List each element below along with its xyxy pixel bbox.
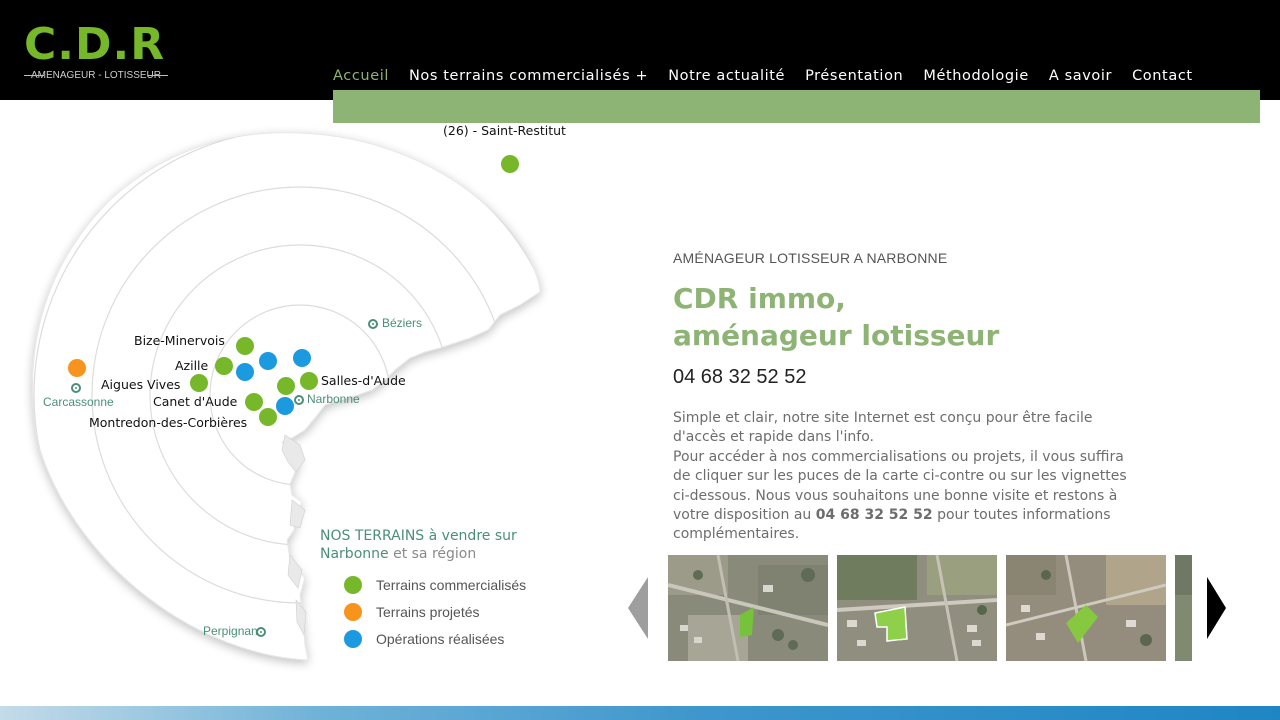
place-label-aigues-vives: Aigues Vives [101, 377, 181, 392]
project-marker-narbonne[interactable] [277, 377, 295, 395]
project-marker-canet[interactable] [245, 393, 263, 411]
project-marker-salles[interactable] [300, 372, 318, 390]
aerial-photo-icon [668, 555, 828, 661]
city-label-carcassonne: Carcassonne [43, 395, 114, 409]
project-marker-realise-3[interactable] [236, 363, 254, 381]
place-label-saint-restitut: (26) - Saint-Restitut [443, 123, 566, 138]
nav-item-accueil[interactable]: Accueil [333, 68, 389, 84]
page: C.D.R AMENAGEUR - LOTISSEUR Accueil Nos … [0, 0, 1280, 720]
intro-kicker: AMÉNAGEUR LOTISSEUR A NARBONNE [673, 250, 948, 266]
site-header: C.D.R AMENAGEUR - LOTISSEUR Accueil Nos … [0, 0, 1280, 100]
project-marker-saint-restitut[interactable] [501, 155, 519, 173]
intro-title-line-1: CDR immo, [673, 282, 846, 315]
beziers-marker-icon [368, 319, 378, 329]
intro-body-part-1: Simple et clair, notre site Internet est… [673, 410, 1093, 446]
intro-section: AMÉNAGEUR LOTISSEUR A NARBONNE CDR immo,… [673, 250, 1143, 545]
legend-item-commercialises: Terrains commercialisés [344, 576, 526, 594]
city-label-beziers: Béziers [382, 316, 423, 330]
narbonne-marker-icon [294, 395, 304, 405]
project-marker-azille[interactable] [215, 357, 233, 375]
legend-item-projetes: Terrains projetés [344, 603, 480, 621]
project-marker-realise-2[interactable] [293, 349, 311, 367]
intro-body: Simple et clair, notre site Internet est… [673, 409, 1133, 545]
intro-title-line-2: aménageur lotisseur [673, 319, 1000, 352]
map-legend-title: NOS TERRAINS à vendre sur Narbonne et sa… [320, 527, 540, 563]
carousel-next-arrow-icon[interactable] [1207, 577, 1226, 639]
nav-item-a-savoir[interactable]: A savoir [1049, 68, 1112, 84]
site-logo[interactable]: C.D.R AMENAGEUR - LOTISSEUR [24, 20, 168, 82]
logo-subtitle: AMENAGEUR - LOTISSEUR [24, 70, 168, 81]
carousel-thumb-4[interactable] [1175, 555, 1192, 661]
carousel-track [668, 555, 1192, 661]
logo-text: C.D.R [24, 19, 166, 70]
nav-item-contact[interactable]: Contact [1132, 68, 1193, 84]
carousel-prev-arrow-icon[interactable] [628, 577, 648, 639]
legend-blue-dot-icon [344, 630, 362, 648]
project-marker-aigues-vives[interactable] [190, 374, 208, 392]
project-marker-bize[interactable] [236, 337, 254, 355]
place-label-bize: Bize-Minervois [134, 333, 225, 348]
carousel-thumb-1[interactable] [668, 555, 828, 661]
place-label-canet: Canet d'Aude [153, 394, 238, 409]
project-marker-realise-4[interactable] [276, 397, 294, 415]
coast-lagoon-2 [289, 499, 306, 529]
legend-label: Terrains projetés [376, 604, 480, 620]
legend-orange-dot-icon [344, 603, 362, 621]
legend-label: Terrains commercialisés [376, 577, 527, 593]
carcassonne-marker-icon [71, 383, 81, 393]
aerial-photo-icon [1006, 555, 1166, 661]
legend-green-dot-icon [344, 576, 362, 594]
place-label-salles: Salles-d'Aude [321, 373, 406, 388]
place-label-montredon: Montredon-des-Corbières [89, 415, 248, 430]
footer-gradient-strip [0, 706, 1280, 720]
carousel-thumb-3[interactable] [1006, 555, 1166, 661]
intro-title: CDR immo, aménageur lotisseur [673, 280, 1143, 354]
intro-phone[interactable]: 04 68 32 52 52 [673, 366, 1143, 389]
nav-item-actualite[interactable]: Notre actualité [668, 68, 785, 84]
region-map: Béziers Carcassonne Narbonne Perpignan (… [0, 100, 640, 700]
city-label-perpignan: Perpignan [203, 624, 258, 638]
project-marker-montredon[interactable] [259, 408, 277, 426]
legend-item-realisees: Opérations réalisées [344, 630, 504, 648]
aerial-photo-icon [837, 555, 997, 661]
carousel-thumb-2[interactable] [837, 555, 997, 661]
city-label-narbonne: Narbonne [307, 392, 360, 406]
legend-label: Opérations réalisées [376, 631, 505, 647]
main-nav: Accueil Nos terrains commercialisés + No… [333, 64, 1193, 88]
nav-item-methodologie[interactable]: Méthodologie [923, 68, 1029, 84]
project-marker-carcassonne[interactable] [68, 359, 86, 377]
intro-body-phone[interactable]: 04 68 32 52 52 [816, 507, 933, 523]
place-label-azille: Azille [175, 358, 209, 373]
legend-title-tail: et sa région [388, 546, 477, 562]
nav-item-presentation[interactable]: Présentation [805, 68, 903, 84]
project-marker-realise-1[interactable] [259, 352, 277, 370]
aerial-photo-icon [1175, 555, 1192, 661]
nav-item-terrains[interactable]: Nos terrains commercialisés + [409, 68, 648, 84]
project-carousel [628, 555, 1228, 661]
